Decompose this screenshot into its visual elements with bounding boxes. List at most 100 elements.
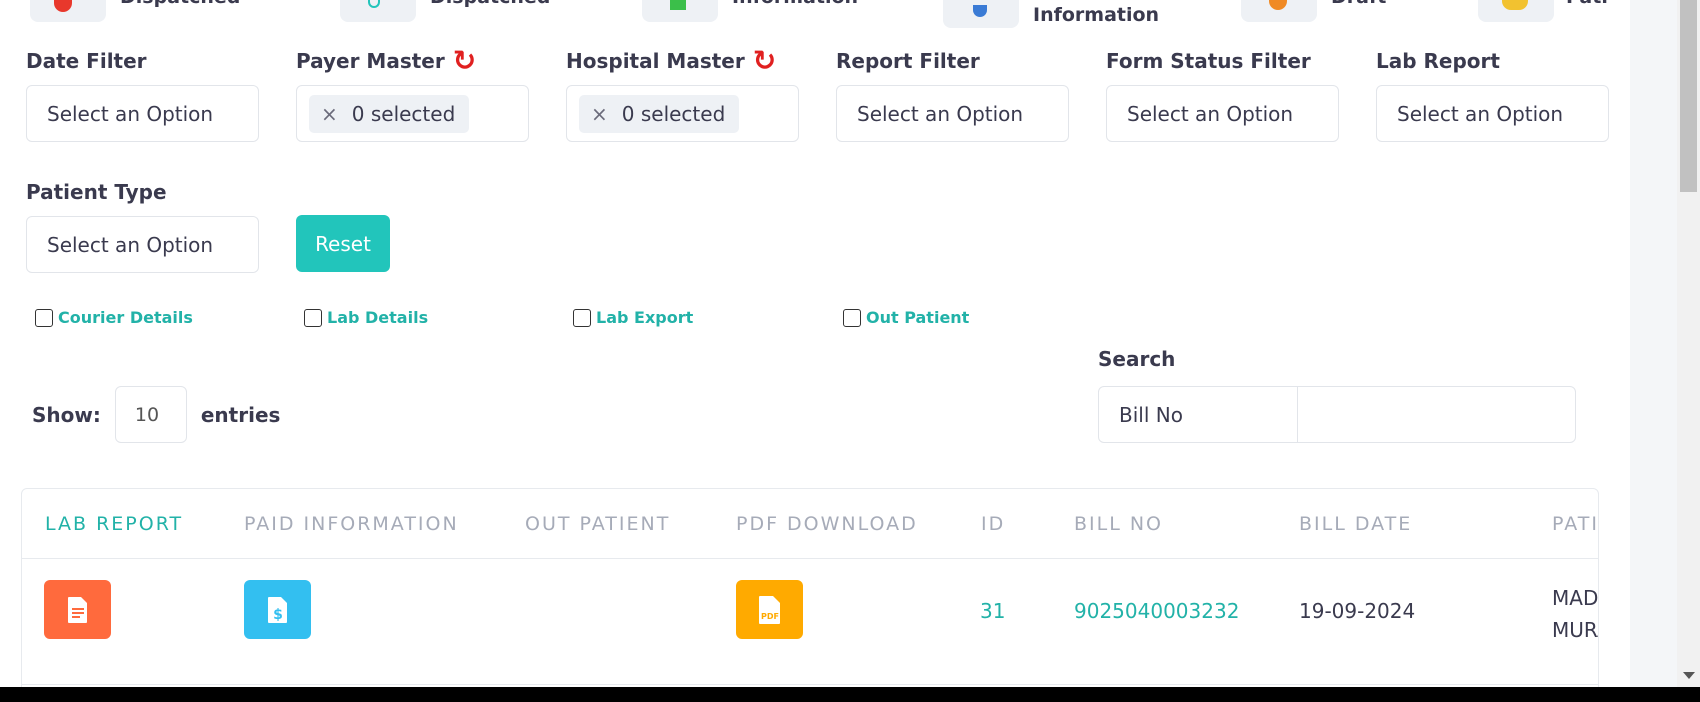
col-bill-no[interactable]: BILL NO (1074, 489, 1163, 559)
payer-master-chip[interactable]: × 0 selected (309, 94, 470, 133)
report-filter-select[interactable]: Select an Option (836, 85, 1069, 142)
page-length-value: 10 (134, 403, 160, 426)
report-filter-value: Select an Option (857, 101, 1024, 126)
date-filter: Date Filter Select an Option (26, 47, 259, 142)
lab-report-filter-select[interactable]: Select an Option (1376, 85, 1609, 142)
checkbox[interactable] (35, 308, 53, 327)
search-input[interactable] (1297, 386, 1576, 443)
hospital-master-select[interactable]: × 0 selected (566, 85, 799, 142)
hospital-master-label: Hospital Master (566, 49, 745, 73)
payer-master-label-row: Payer Master ↻ (296, 47, 529, 75)
courier-details-checkbox[interactable]: Courier Details (35, 308, 193, 327)
lab-report-button[interactable] (44, 580, 111, 639)
row-bill-date: 19-09-2024 (1299, 599, 1416, 623)
green-doc-icon (670, 0, 686, 10)
paid-information-button[interactable]: $ (244, 580, 311, 639)
refresh-icon[interactable]: ↻ (753, 47, 776, 75)
patient-type-value: Select an Option (47, 232, 214, 257)
blue-pin-icon (973, 5, 987, 17)
row-patient: MADH MURA (1552, 582, 1599, 646)
scroll-down-arrow-icon[interactable] (1683, 672, 1695, 679)
col-id[interactable]: ID (981, 489, 1005, 559)
col-pdf-download[interactable]: PDF DOWNLOAD (736, 489, 918, 559)
tile-icon-box (1478, 0, 1554, 22)
pdf-icon: PDF (758, 595, 780, 624)
col-bill-date[interactable]: BILL DATE (1299, 489, 1412, 559)
row-patient-line2: MURA (1552, 618, 1598, 642)
patient-type-select[interactable]: Select an Option (26, 216, 259, 273)
tile-label: Pati (1566, 0, 1608, 8)
hospital-master-filter: Hospital Master ↻ × 0 selected (566, 47, 799, 142)
checkbox[interactable] (304, 308, 322, 327)
vertical-scrollbar[interactable] (1677, 0, 1700, 687)
table-length: Show: 10 entries (32, 386, 280, 443)
lab-details-label[interactable]: Lab Details (327, 308, 428, 327)
tile-icon-box (642, 0, 718, 22)
payer-master-select[interactable]: × 0 selected (296, 85, 529, 142)
out-patient-checkbox[interactable]: Out Patient (843, 308, 969, 327)
lab-export-checkbox[interactable]: Lab Export (573, 308, 693, 327)
form-status-filter-select[interactable]: Select an Option (1106, 85, 1339, 142)
tile-label: Information (1033, 4, 1160, 26)
payer-master-label: Payer Master (296, 49, 445, 73)
date-filter-label: Date Filter (26, 49, 147, 73)
lab-details-checkbox[interactable]: Lab Details (304, 308, 428, 327)
scrollbar-thumb[interactable] (1680, 0, 1697, 192)
tile-label: Dispatched (120, 0, 240, 8)
summary-tiles: Dispatched Dispatched Information (0, 0, 1630, 28)
viewport: Dispatched Dispatched Information (0, 0, 1700, 687)
row-id[interactable]: 31 (980, 599, 1005, 623)
payer-master-chip-text: 0 selected (351, 101, 456, 126)
courier-details-label[interactable]: Courier Details (58, 308, 193, 327)
table-row: $ PDF 31 9025040003232 19-09-2024 MADH M… (22, 560, 1598, 685)
show-label: Show: (32, 402, 101, 427)
row-patient-line1: MADH (1552, 586, 1599, 610)
entries-label: entries (200, 402, 281, 427)
lab-report-filter-label: Lab Report (1376, 49, 1500, 73)
page-length-input[interactable]: 10 (114, 386, 187, 443)
form-status-filter-label: Form Status Filter (1106, 49, 1311, 73)
lab-report-filter: Lab Report Select an Option (1376, 47, 1609, 142)
form-status-filter-value: Select an Option (1127, 101, 1294, 126)
hospital-master-label-row: Hospital Master ↻ (566, 47, 799, 75)
svg-text:PDF: PDF (761, 612, 779, 621)
row-bill-no[interactable]: 9025040003232 (1074, 599, 1239, 623)
search-label: Search (1098, 347, 1176, 371)
col-paid-information[interactable]: PAID INFORMATION (244, 489, 459, 559)
close-icon[interactable]: × (321, 102, 338, 126)
tile-icon-box (30, 0, 106, 22)
reset-button[interactable]: Reset (296, 215, 390, 272)
close-icon[interactable]: × (591, 102, 608, 126)
tile-icon-box (1241, 0, 1317, 22)
tile-label: Information (732, 0, 858, 8)
date-filter-value: Select an Option (47, 101, 214, 126)
report-filter: Report Filter Select an Option (836, 47, 1069, 142)
svg-text:$: $ (273, 607, 283, 623)
pdf-download-button[interactable]: PDF (736, 580, 803, 639)
teal-hand-icon (368, 0, 380, 8)
col-lab-report[interactable]: LAB REPORT (45, 489, 183, 559)
tile-icon-box (340, 0, 416, 22)
yellow-people-icon (1502, 0, 1528, 10)
col-patient[interactable]: PATI (1552, 489, 1598, 559)
tile-label: Dispatched (430, 0, 550, 8)
page: Dispatched Dispatched Information (0, 0, 1630, 687)
lab-report-filter-value: Select an Option (1397, 101, 1564, 126)
checkbox[interactable] (843, 308, 861, 327)
lab-export-label[interactable]: Lab Export (596, 308, 693, 327)
out-patient-label[interactable]: Out Patient (866, 308, 969, 327)
refresh-icon[interactable]: ↻ (453, 47, 476, 75)
red-circle-icon (54, 0, 72, 12)
table-header: LAB REPORT PAID INFORMATION OUT PATIENT … (22, 489, 1598, 559)
patient-type-label: Patient Type (26, 180, 167, 204)
checkbox[interactable] (573, 308, 591, 327)
search-field-value: Bill No (1119, 402, 1183, 427)
col-out-patient[interactable]: OUT PATIENT (525, 489, 670, 559)
report-icon (67, 596, 87, 623)
date-filter-select[interactable]: Select an Option (26, 85, 259, 142)
report-filter-label: Report Filter (836, 49, 980, 73)
hospital-master-chip[interactable]: × 0 selected (579, 94, 740, 133)
bills-table: LAB REPORT PAID INFORMATION OUT PATIENT … (21, 488, 1599, 687)
search-field-select[interactable]: Bill No (1098, 386, 1298, 443)
form-status-filter: Form Status Filter Select an Option (1106, 47, 1339, 142)
